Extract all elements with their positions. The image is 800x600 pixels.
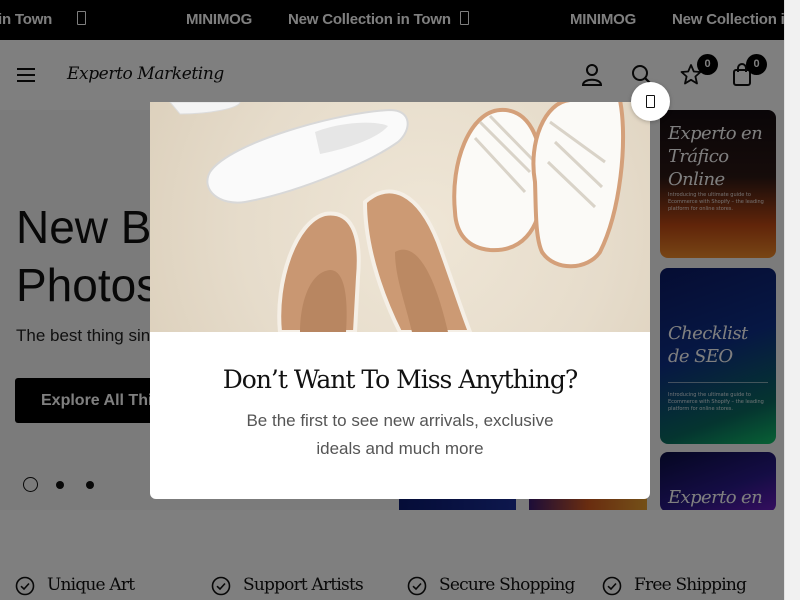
popup-image-shoes [150, 102, 650, 332]
popup-close-button[interactable] [631, 82, 670, 121]
close-icon [646, 95, 655, 108]
shoes-illustration [169, 102, 626, 332]
page-scrollbar[interactable] [784, 0, 800, 600]
popup-description: Be the first to see new arrivals, exclus… [246, 411, 554, 458]
popup-title: Don’t Want To Miss Anything? [222, 365, 579, 394]
newsletter-popup: Don’t Want To Miss Anything? Be the firs… [150, 102, 650, 499]
